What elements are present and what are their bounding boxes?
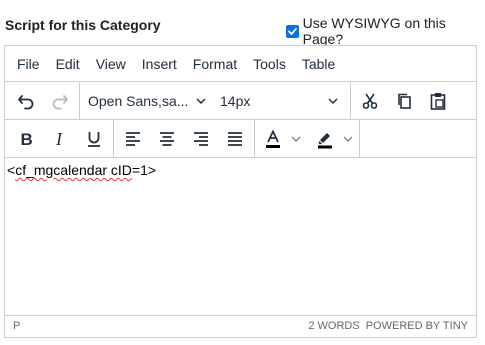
toolbar-separator <box>359 119 360 158</box>
menubar: File Edit View Insert Format Tools Table <box>5 46 476 82</box>
paste-icon <box>430 92 446 110</box>
font-family-select[interactable]: Open Sans,sa... <box>82 86 212 116</box>
underline-icon <box>88 131 100 147</box>
menu-view[interactable]: View <box>88 51 134 77</box>
toolbar-row-1: Open Sans,sa... 14px <box>5 81 476 120</box>
font-size-select[interactable]: 14px <box>214 86 344 116</box>
powered-by-link[interactable]: POWERED BY TINY <box>366 320 468 332</box>
align-left-icon <box>126 131 140 146</box>
bold-button[interactable]: B <box>9 124 43 154</box>
misspelled-text: cf_mgcalendar cID <box>15 162 132 178</box>
bold-icon: B <box>21 130 33 149</box>
editor-content-area[interactable]: <cf_mgcalendar cID=1> <box>5 158 476 315</box>
svg-text:I: I <box>55 129 63 149</box>
redo-button[interactable] <box>43 86 77 116</box>
menu-table[interactable]: Table <box>294 51 343 77</box>
rich-text-editor: File Edit View Insert Format Tools Table… <box>4 45 477 338</box>
menu-format[interactable]: Format <box>185 51 245 77</box>
highlighter-icon <box>318 132 332 148</box>
text-color-dropdown[interactable] <box>287 124 305 154</box>
menu-insert[interactable]: Insert <box>134 51 185 77</box>
toolbar-separator <box>79 81 80 120</box>
redo-icon <box>52 94 68 109</box>
cut-button[interactable] <box>353 86 387 116</box>
align-right-button[interactable] <box>184 124 218 154</box>
underline-button[interactable] <box>77 124 111 154</box>
chevron-down-icon <box>196 97 206 104</box>
section-heading: Script for this Category <box>5 17 161 33</box>
statusbar: P 2 WORDS POWERED BY TINY <box>5 315 476 335</box>
text-color-icon <box>266 129 280 148</box>
copy-button[interactable] <box>387 86 421 116</box>
toolbar-separator <box>113 119 114 158</box>
italic-button[interactable]: I <box>43 124 77 154</box>
menu-file[interactable]: File <box>9 51 48 77</box>
element-path[interactable]: P <box>13 320 20 332</box>
undo-icon <box>18 94 34 109</box>
align-center-icon <box>160 131 174 146</box>
paste-button[interactable] <box>421 86 455 116</box>
highlight-color-button[interactable] <box>311 124 339 154</box>
wysiwyg-toggle[interactable]: Use WYSIWYG on this Page? <box>286 15 485 47</box>
wysiwyg-checkbox[interactable] <box>286 24 299 38</box>
text-color-button[interactable] <box>259 124 287 154</box>
align-right-icon <box>194 131 208 146</box>
italic-icon: I <box>55 129 63 149</box>
word-count[interactable]: 2 WORDS <box>308 320 359 332</box>
content-prefix: < <box>7 162 16 178</box>
copy-icon <box>398 93 411 109</box>
svg-text:B: B <box>21 130 33 149</box>
chevron-down-icon <box>291 136 301 142</box>
check-icon <box>287 27 297 35</box>
menu-tools[interactable]: Tools <box>245 51 294 77</box>
toolbar-separator <box>350 81 351 120</box>
align-justify-icon <box>228 131 242 146</box>
wysiwyg-label: Use WYSIWYG on this Page? <box>302 15 446 47</box>
align-left-button[interactable] <box>116 124 150 154</box>
align-justify-button[interactable] <box>218 124 252 154</box>
undo-button[interactable] <box>9 86 43 116</box>
font-size-value: 14px <box>220 92 251 109</box>
font-family-value: Open Sans,sa... <box>88 92 189 109</box>
align-center-button[interactable] <box>150 124 184 154</box>
scissors-icon <box>362 93 378 109</box>
toolbar-row-2: B I <box>5 119 476 158</box>
chevron-down-icon <box>328 97 338 104</box>
content-suffix: =1> <box>131 162 157 178</box>
toolbar-separator <box>254 119 255 158</box>
menu-edit[interactable]: Edit <box>48 51 88 77</box>
highlight-color-dropdown[interactable] <box>339 124 357 154</box>
chevron-down-icon <box>343 136 353 142</box>
